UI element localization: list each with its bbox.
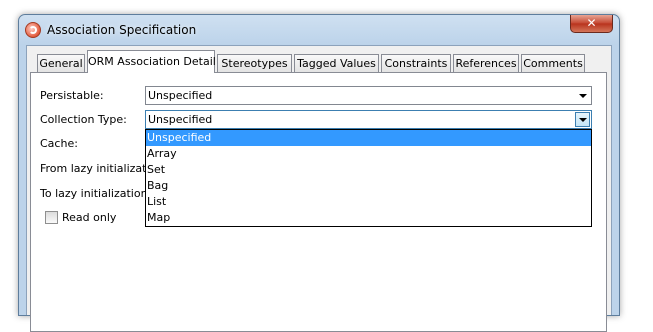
tab-orm-association-detail[interactable]: ORM Association Detail [87, 50, 216, 73]
option-array[interactable]: Array [146, 146, 591, 162]
cache-label: Cache: [40, 137, 78, 150]
option-list[interactable]: List [146, 194, 591, 210]
persistable-value: Unspecified [148, 89, 213, 102]
chevron-down-icon[interactable] [575, 88, 590, 103]
option-bag[interactable]: Bag [146, 178, 591, 194]
tab-tagged-values[interactable]: Tagged Values [294, 54, 379, 72]
persistable-label: Persistable: [40, 89, 104, 102]
collection-type-dropdown-list: Unspecified Array Set Bag List Map [145, 129, 592, 227]
tab-comments[interactable]: Comments [521, 54, 585, 72]
option-unspecified[interactable]: Unspecified [146, 130, 591, 146]
option-set[interactable]: Set [146, 162, 591, 178]
read-only-checkbox[interactable] [45, 211, 58, 224]
collection-type-value: Unspecified [148, 113, 213, 126]
persistable-select[interactable]: Unspecified [145, 86, 592, 105]
tab-strip: General ORM Association Detail Stereotyp… [27, 46, 611, 73]
close-button[interactable]: ✕ [570, 15, 613, 33]
collection-type-select[interactable]: Unspecified [145, 110, 592, 129]
read-only-label[interactable]: Read only [62, 211, 116, 224]
tab-stereotypes[interactable]: Stereotypes [217, 54, 292, 72]
collection-type-label: Collection Type: [40, 113, 127, 126]
window-title: Association Specification [47, 23, 197, 37]
tab-constraints[interactable]: Constraints [381, 54, 451, 72]
tab-references[interactable]: References [453, 54, 519, 72]
option-map[interactable]: Map [146, 210, 591, 226]
title-bar[interactable]: Association Specification ✕ [19, 15, 619, 45]
tab-general[interactable]: General [37, 54, 85, 72]
app-logo-icon [25, 22, 41, 38]
chevron-down-icon[interactable] [575, 112, 590, 127]
